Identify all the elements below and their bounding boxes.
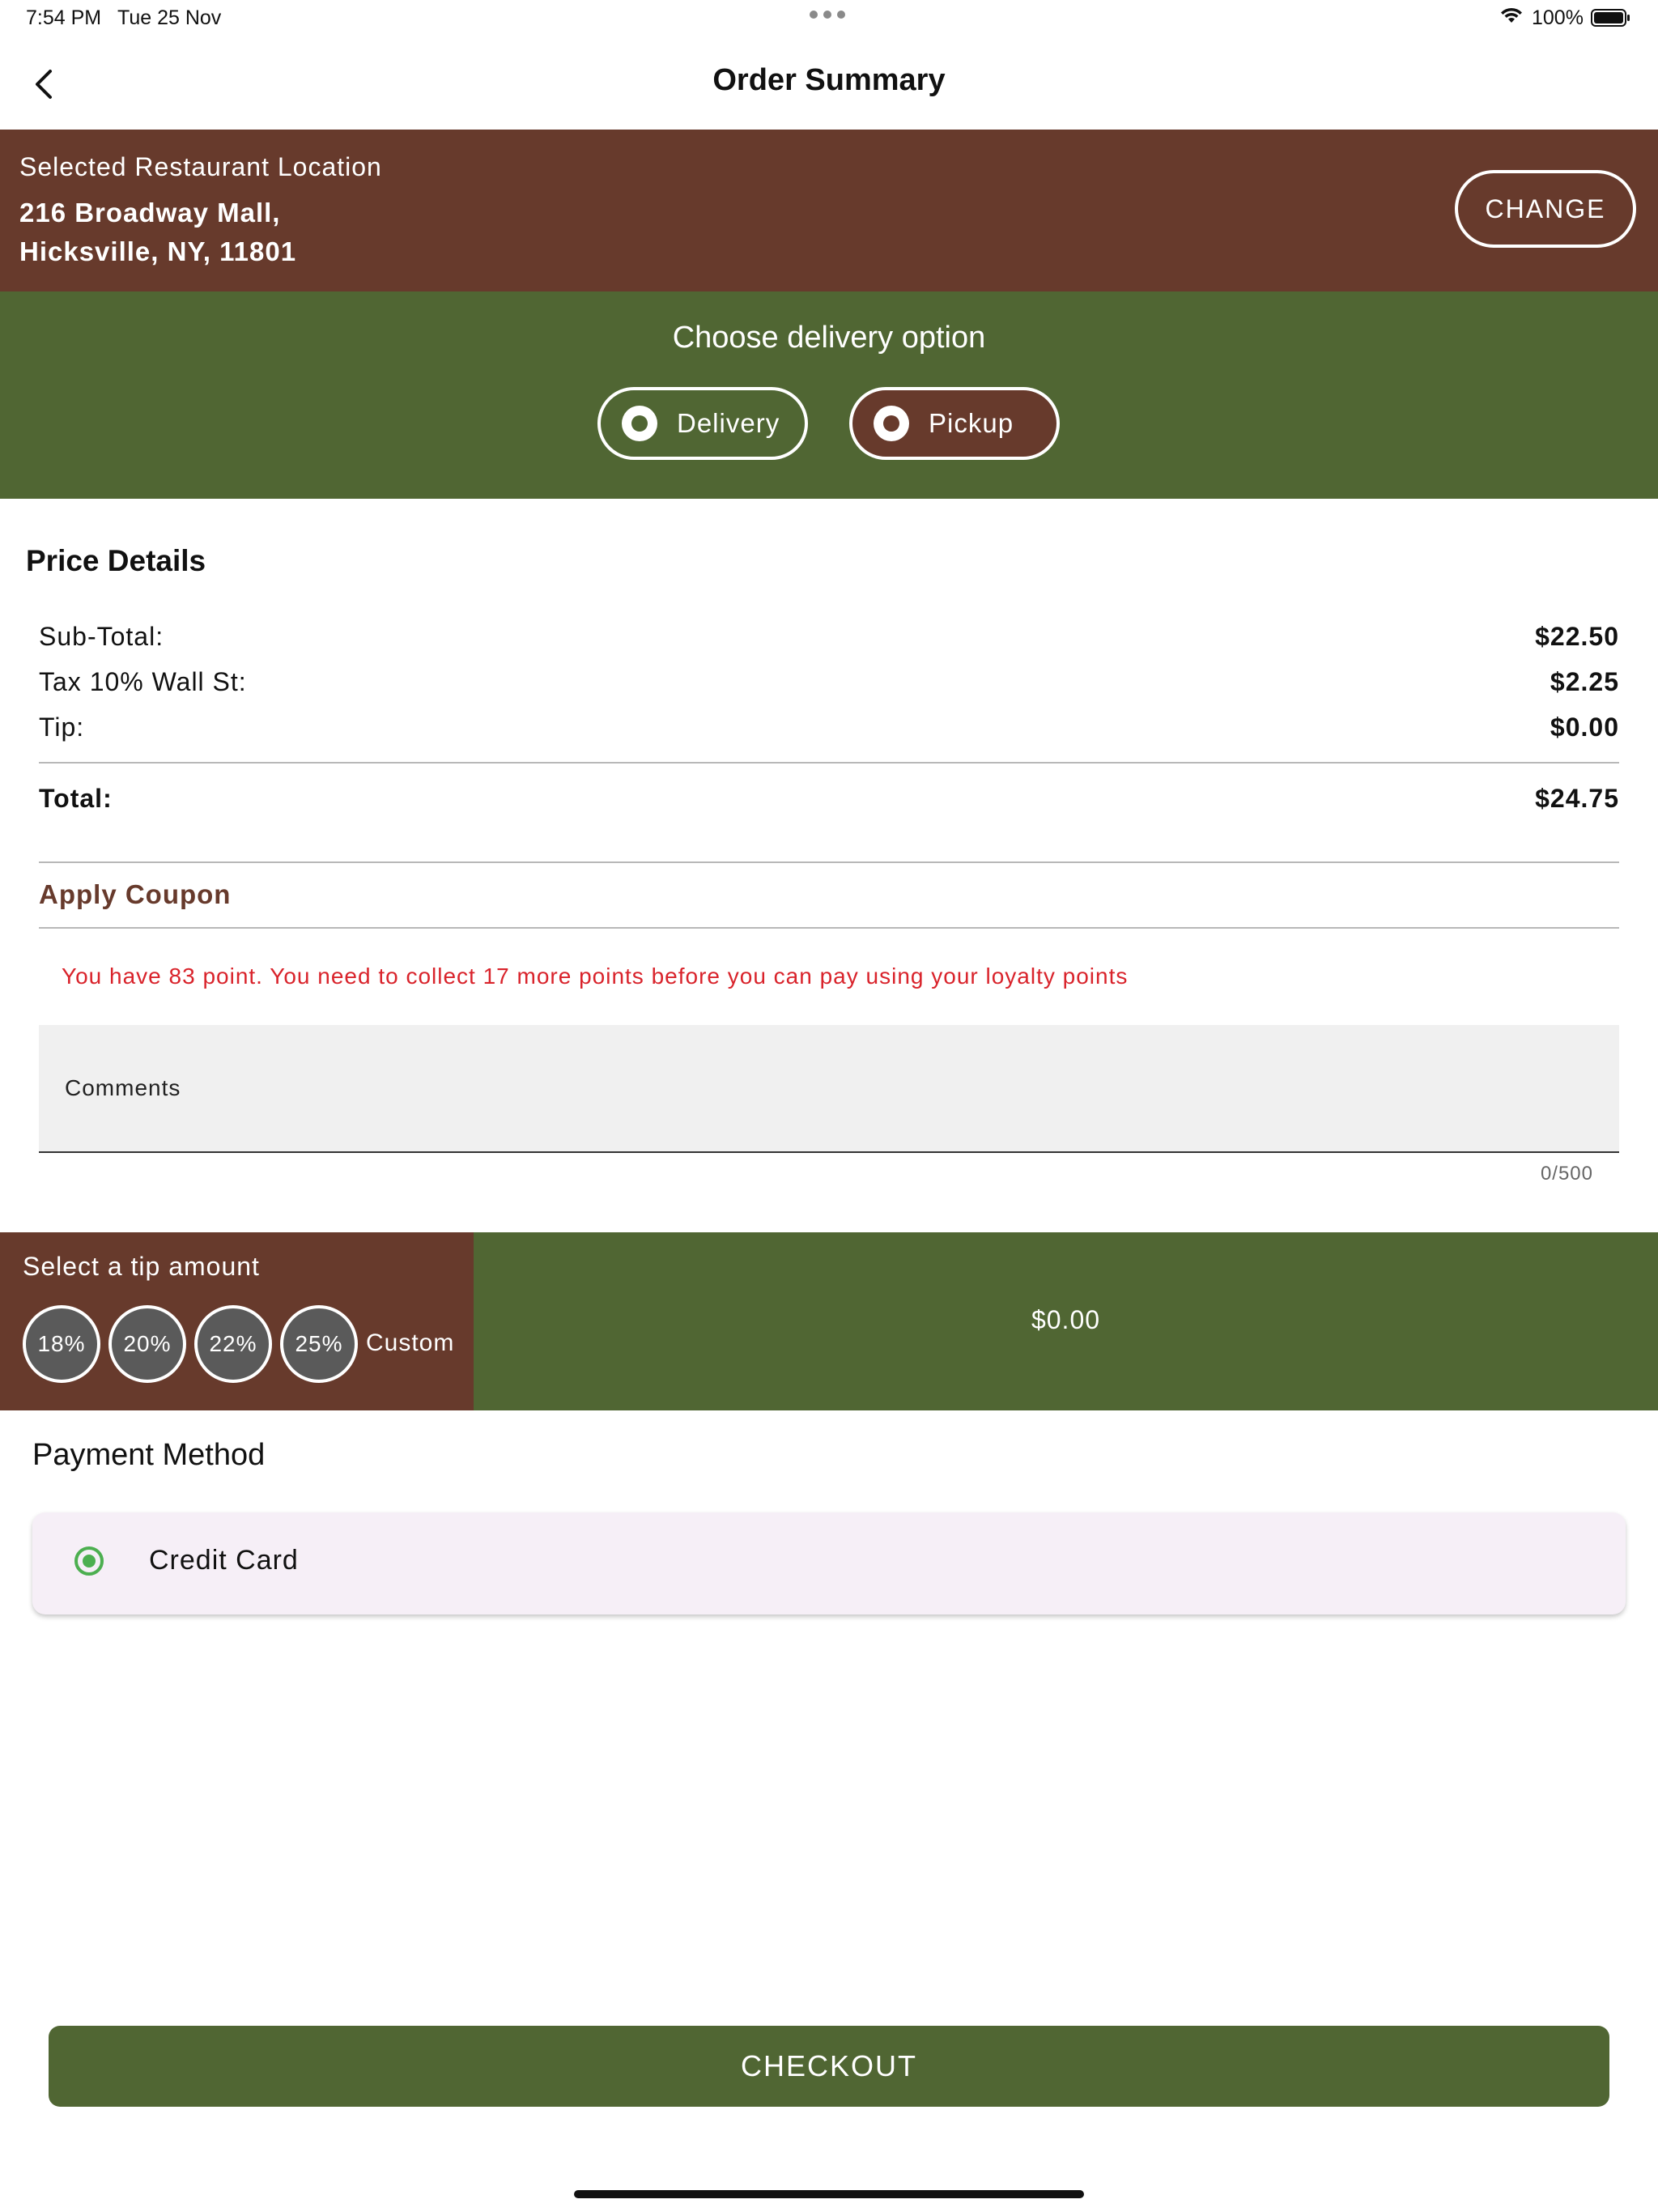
- page-title: Order Summary: [712, 63, 946, 97]
- delivery-option-section: Choose delivery option Delivery Pickup: [0, 291, 1658, 499]
- coupon-divider-top: [39, 861, 1619, 863]
- price-divider: [39, 762, 1619, 764]
- total-label: Total:: [39, 784, 113, 813]
- delivery-option-label: Delivery: [677, 408, 780, 438]
- status-date: Tue 25 Nov: [117, 6, 222, 29]
- delivery-radio-icon: [622, 406, 657, 441]
- total-value: $24.75: [1535, 784, 1619, 813]
- change-location-button[interactable]: CHANGE: [1455, 170, 1636, 248]
- price-details-heading: Price Details: [26, 544, 206, 577]
- status-bar: 7:54 PM Tue 25 Nov 100%: [0, 0, 1658, 39]
- comments-placeholder: Comments: [65, 1075, 181, 1100]
- tip-selector-panel: Select a tip amount 18% 20% 22% 25% Cust…: [0, 1232, 474, 1410]
- delivery-option-button[interactable]: Delivery: [597, 387, 808, 460]
- tip-amount-value: $0.00: [1031, 1305, 1101, 1334]
- battery-percent: 100%: [1532, 6, 1584, 29]
- location-address-line1: 216 Broadway Mall,: [19, 198, 281, 228]
- comments-char-counter: 0/500: [1540, 1163, 1593, 1185]
- multitasking-dots-icon[interactable]: [810, 8, 848, 19]
- payment-method-heading: Payment Method: [32, 1438, 266, 1472]
- subtotal-label: Sub-Total:: [39, 622, 164, 651]
- credit-card-payment-option[interactable]: Credit Card: [32, 1512, 1626, 1614]
- tax-value: $2.25: [1550, 667, 1619, 696]
- tip-option-18[interactable]: 18%: [23, 1305, 100, 1383]
- coupon-divider-bottom: [39, 927, 1619, 929]
- tax-label: Tax 10% Wall St:: [39, 667, 247, 696]
- status-time: 7:54 PM: [26, 6, 102, 29]
- pickup-option-label: Pickup: [929, 408, 1014, 438]
- battery-icon: [1591, 9, 1630, 27]
- tip-label: Tip:: [39, 713, 85, 742]
- tip-option-22[interactable]: 22%: [194, 1305, 272, 1383]
- loyalty-points-message: You have 83 point. You need to collect 1…: [62, 963, 1129, 989]
- location-heading: Selected Restaurant Location: [19, 152, 382, 181]
- pickup-option-button[interactable]: Pickup: [849, 387, 1060, 460]
- tip-custom-option[interactable]: Custom: [366, 1329, 454, 1357]
- pickup-radio-icon: [874, 406, 909, 441]
- restaurant-location-banner: Selected Restaurant Location 216 Broadwa…: [0, 130, 1658, 291]
- tip-heading: Select a tip amount: [23, 1252, 260, 1281]
- checkout-button[interactable]: CHECKOUT: [49, 2026, 1609, 2107]
- delivery-option-heading: Choose delivery option: [672, 321, 986, 355]
- apply-coupon-link[interactable]: Apply Coupon: [39, 879, 231, 910]
- tip-option-25[interactable]: 25%: [280, 1305, 358, 1383]
- home-indicator[interactable]: [574, 2190, 1084, 2198]
- subtotal-value: $22.50: [1535, 622, 1619, 651]
- tip-value: $0.00: [1550, 713, 1619, 742]
- comments-field[interactable]: Comments: [39, 1025, 1619, 1153]
- tip-amount-panel: $0.00: [474, 1232, 1658, 1410]
- credit-card-label: Credit Card: [149, 1545, 299, 1576]
- wifi-icon: [1501, 7, 1522, 23]
- location-address-line2: Hicksville, NY, 11801: [19, 236, 297, 266]
- credit-card-radio-icon[interactable]: [74, 1546, 104, 1576]
- tip-option-20[interactable]: 20%: [108, 1305, 186, 1383]
